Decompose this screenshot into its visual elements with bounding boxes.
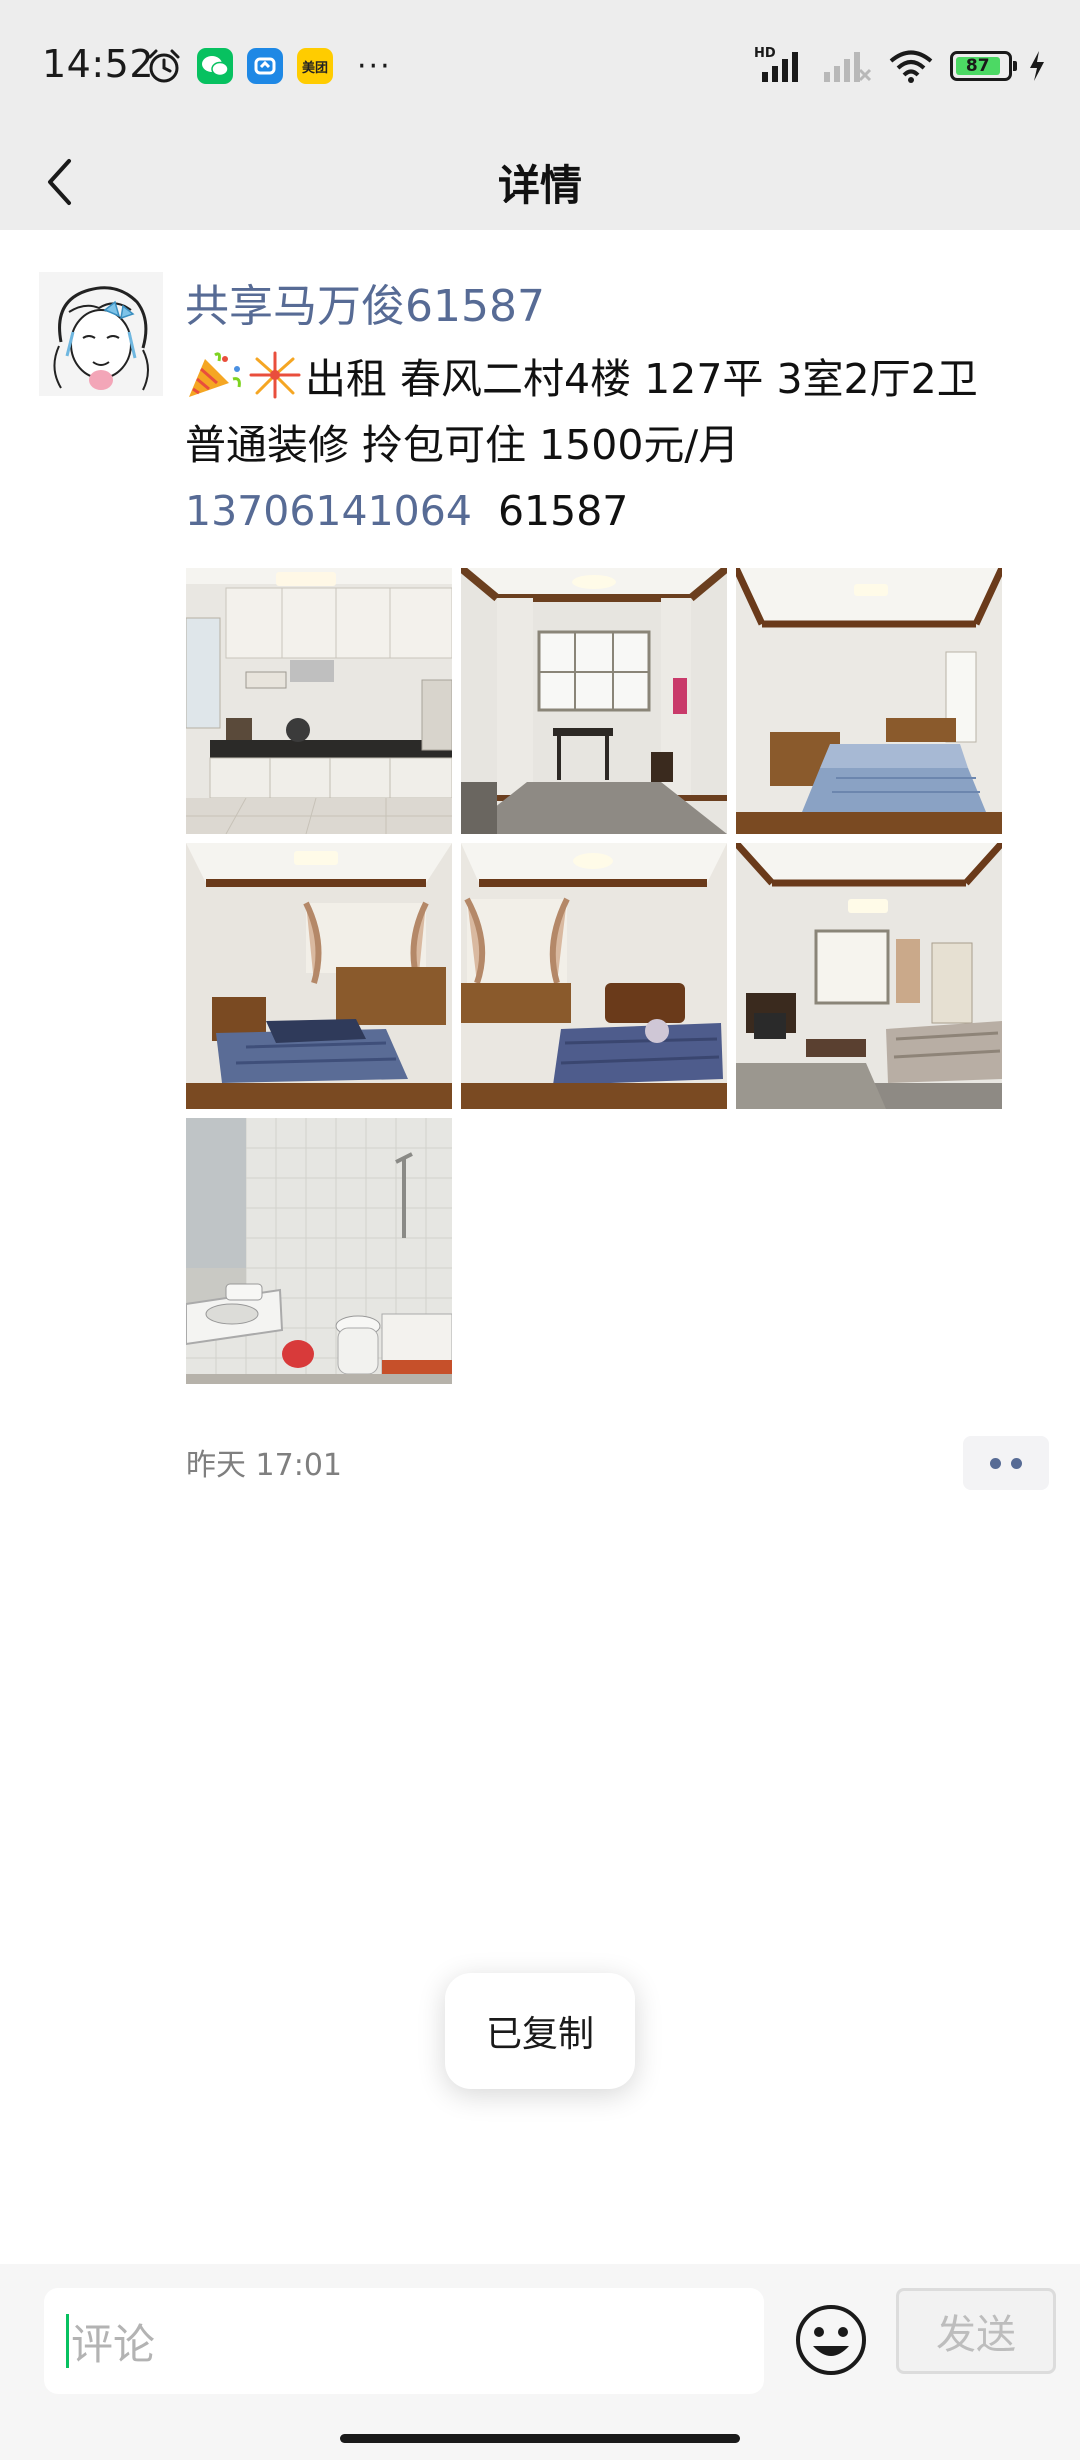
post-text-line-3: 13706141064 61587 — [185, 478, 1055, 544]
status-system-icons: HD 87 — [754, 46, 1046, 86]
charging-icon — [1030, 51, 1044, 81]
photo-bathroom[interactable] — [186, 1118, 452, 1384]
wechat-icon — [197, 48, 233, 84]
signal-icon: HD — [754, 46, 806, 84]
more-dot-icon — [990, 1457, 1001, 1469]
photo-bedroom-1[interactable] — [736, 568, 1002, 834]
post-text: 出租 春风二村4楼 127平 3室2厅2卫 普通装修 拎包可住 1500元/月 … — [185, 346, 1055, 544]
photo-kitchen[interactable] — [186, 568, 452, 834]
wifi-icon — [889, 50, 933, 83]
comment-placeholder: 评论 — [71, 2319, 156, 2369]
copied-toast: 已复制 — [445, 1973, 635, 2089]
photo-grid — [186, 568, 1002, 1384]
page-title: 详情 — [497, 160, 582, 210]
emoji-button[interactable] — [793, 2302, 869, 2378]
comment-bar: 评论 发送 — [0, 2264, 1080, 2460]
photo-bedroom-3[interactable] — [461, 843, 727, 1109]
status-bar: 14:52 美团 ··· HD 87 — [0, 0, 1080, 134]
party-popper-icon — [189, 352, 241, 397]
smiley-icon — [796, 2305, 866, 2375]
text-caret — [66, 2314, 69, 2368]
more-notifications-indicator: ··· — [357, 48, 392, 84]
post-code: 61587 — [497, 487, 629, 535]
photo-bedroom-2[interactable] — [186, 843, 452, 1109]
post-text-line-2: 普通装修 拎包可住 1500元/月 — [185, 421, 740, 469]
author-name[interactable]: 共享马万俊61587 — [185, 270, 545, 334]
chevron-left-icon — [48, 159, 71, 205]
post-timestamp: 昨天 17:01 — [186, 1448, 342, 1483]
comment-input[interactable]: 评论 — [44, 2288, 764, 2394]
avatar[interactable] — [39, 272, 163, 396]
status-time: 14:52 — [42, 42, 155, 86]
home-indicator[interactable] — [340, 2434, 740, 2443]
status-notification-icons: 美团 ··· — [145, 46, 392, 86]
fireworks-icon — [249, 351, 301, 399]
more-actions-button[interactable] — [963, 1436, 1049, 1490]
photo-living-room[interactable] — [736, 843, 1002, 1109]
signal-disabled-icon — [824, 52, 872, 82]
battery-icon: 87 — [950, 51, 1017, 81]
send-button[interactable]: 发送 — [896, 2288, 1056, 2374]
back-button[interactable] — [30, 152, 90, 212]
photo-dining-room[interactable] — [461, 568, 727, 834]
post-text-line-1: 出租 春风二村4楼 127平 3室2厅2卫 — [185, 346, 1055, 412]
phone-number-link[interactable]: 13706141064 — [185, 487, 472, 535]
alarm-icon — [148, 49, 180, 83]
meituan-icon: 美团 — [297, 48, 333, 84]
nav-bar: 详情 — [0, 134, 1080, 230]
battery-level: 87 — [956, 57, 1000, 75]
post-text-content-1: 出租 春风二村4楼 127平 3室2厅2卫 — [305, 355, 978, 403]
more-dot-icon — [1011, 1457, 1022, 1469]
bili-icon — [247, 48, 283, 84]
